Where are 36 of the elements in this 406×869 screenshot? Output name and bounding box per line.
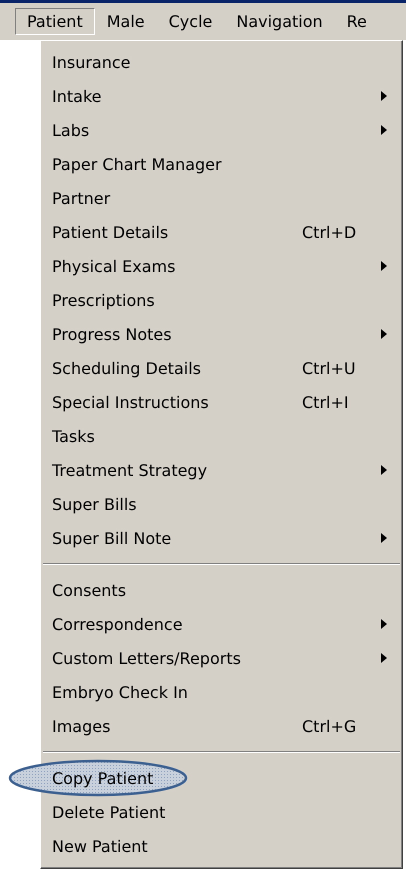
menu-bar-item[interactable]: Male <box>94 8 157 35</box>
menu-item[interactable]: Prescriptions <box>41 283 402 317</box>
menu-item[interactable]: Correspondence <box>41 607 402 641</box>
menu-item[interactable]: Images Ctrl+G <box>41 709 402 743</box>
menu-item[interactable]: Intake <box>41 79 402 113</box>
menu-item[interactable]: Progress Notes <box>41 317 402 351</box>
submenu-arrow-icon <box>380 618 388 630</box>
menu-item[interactable]: Patient Details Ctrl+D <box>41 215 402 249</box>
submenu-arrow-icon <box>380 90 388 102</box>
menu-bar-item[interactable]: Re <box>334 8 379 35</box>
menu-bar-item[interactable]: Patient <box>15 8 95 35</box>
menu-item[interactable]: Treatment Strategy <box>41 453 402 487</box>
menu-item[interactable]: Tasks <box>41 419 402 453</box>
menu-bar-item[interactable]: Cycle <box>156 8 224 35</box>
menu-item[interactable]: Partner <box>41 181 402 215</box>
submenu-arrow-icon <box>380 532 388 544</box>
menu-item[interactable]: Insurance <box>41 45 402 79</box>
submenu-arrow-icon <box>380 464 388 476</box>
menu-item[interactable]: Labs <box>41 113 402 147</box>
menu-item[interactable]: Super Bill Note <box>41 521 402 555</box>
submenu-arrow-icon <box>380 124 388 136</box>
menu-bar-item[interactable]: Navigation <box>224 8 335 35</box>
menu-item[interactable]: Delete Patient <box>41 795 402 829</box>
menu-item[interactable]: Physical Exams <box>41 249 402 283</box>
menu-item[interactable]: Special Instructions Ctrl+I <box>41 385 402 419</box>
menu-item[interactable]: Scheduling Details Ctrl+U <box>41 351 402 385</box>
menu-item[interactable]: Custom Letters/Reports <box>41 641 402 675</box>
submenu-arrow-icon <box>380 652 388 664</box>
menu-item[interactable]: Consents <box>41 573 402 607</box>
submenu-arrow-icon <box>380 328 388 340</box>
menu-item[interactable]: Super Bills <box>41 487 402 521</box>
submenu-arrow-icon <box>380 260 388 272</box>
menu-item[interactable]: New Patient <box>41 829 402 863</box>
menu-item[interactable]: Copy Patient <box>41 761 402 795</box>
menu-item[interactable]: Paper Chart Manager <box>41 147 402 181</box>
menu-item[interactable]: Embryo Check In <box>41 675 402 709</box>
